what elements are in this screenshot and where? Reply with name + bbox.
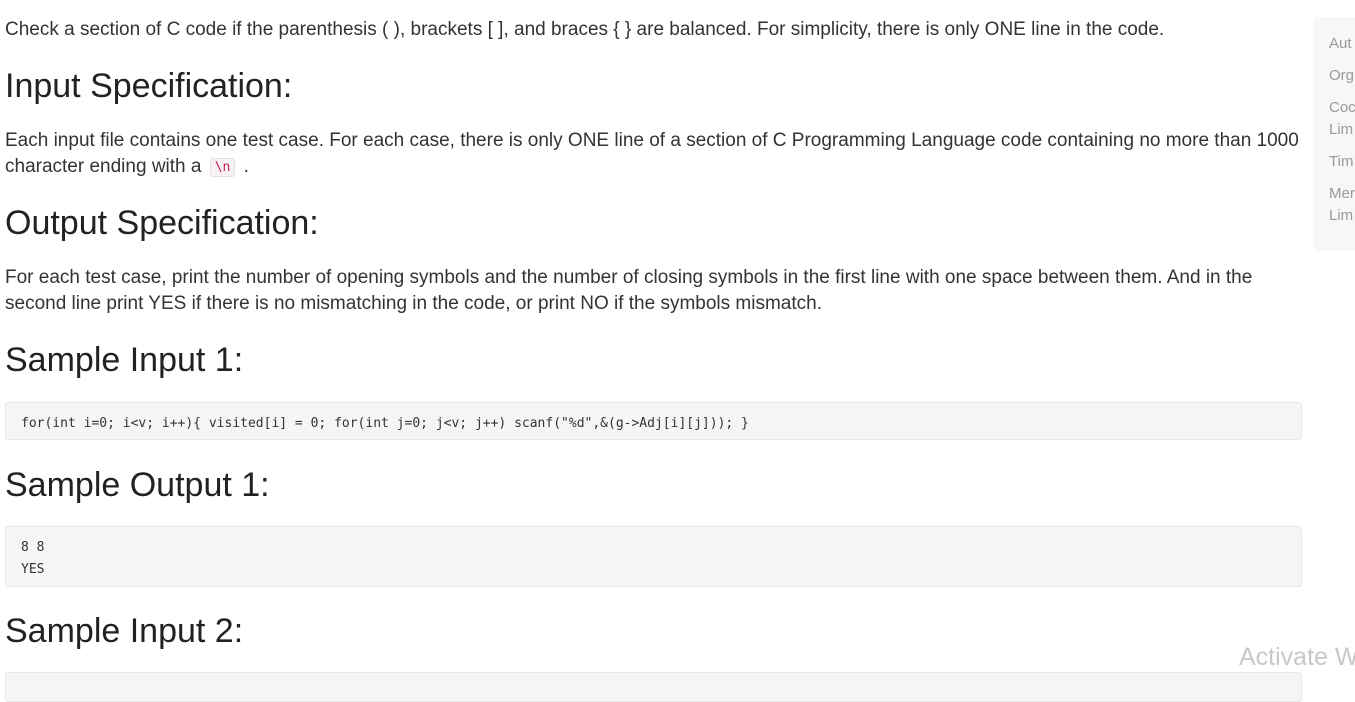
sample-output-1-code: 8 8 YES — [5, 526, 1302, 587]
input-spec-text-after: . — [243, 156, 249, 177]
sidebar-item-code-size: Coc — [1329, 99, 1355, 116]
output-spec-text: For each test case, print the number of … — [5, 267, 1253, 314]
problem-intro: Check a section of C code if the parenth… — [5, 19, 1165, 40]
sidebar-item-code-size-limit: Lim — [1329, 121, 1354, 138]
input-spec-text-before: Each input file contains one test case. … — [5, 130, 1299, 177]
sidebar-item-time-limit: Tim — [1329, 153, 1354, 170]
sidebar-item-organization: Org — [1329, 67, 1355, 84]
activation-watermark: Activate W — [1239, 643, 1355, 671]
output-spec-heading: Output Specification: — [5, 204, 319, 242]
input-spec-text: Each input file contains one test case. … — [5, 128, 1300, 182]
newline-code: \n — [209, 158, 236, 177]
sidebar-item-memory-limit: Lim — [1329, 207, 1354, 224]
sample-input-1-heading: Sample Input 1: — [5, 341, 244, 379]
input-spec-heading: Input Specification: — [5, 67, 293, 105]
problem-info-sidebar: Aut Org Coc Lim Tim Mer Lim — [1314, 17, 1355, 251]
sample-output-1-heading: Sample Output 1: — [5, 466, 270, 504]
sample-input-1-code: for(int i=0; i<v; i++){ visited[i] = 0; … — [5, 402, 1302, 440]
sidebar-item-author: Aut — [1329, 35, 1352, 52]
sample-input-2-heading: Sample Input 2: — [5, 612, 244, 650]
sidebar-item-memory: Mer — [1329, 185, 1355, 202]
